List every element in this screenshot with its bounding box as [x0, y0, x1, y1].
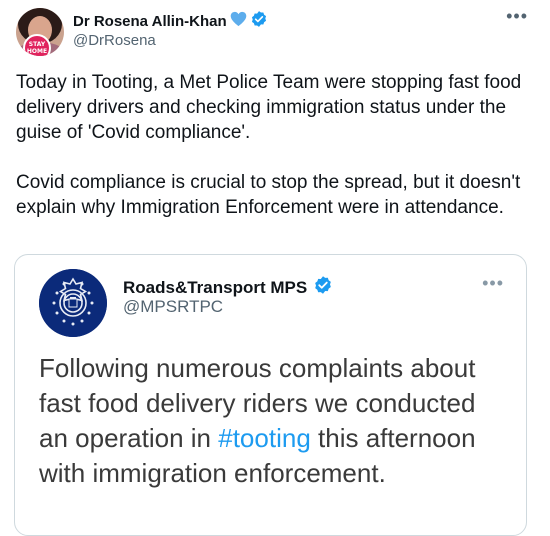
quoted-author-name[interactable]: Roads&Transport MPS	[123, 278, 307, 298]
tweet-text: Today in Tooting, a Met Police Team were…	[16, 72, 522, 218]
quoted-tweet-card[interactable]: Roads&Transport MPS @MPSRTPC ••• Followi…	[14, 254, 527, 536]
quoted-more-options-icon[interactable]: •••	[482, 273, 504, 294]
met-police-logo-avatar[interactable]	[39, 269, 107, 337]
verified-badge-icon	[313, 275, 333, 300]
verified-badge-icon	[250, 10, 268, 32]
author-handle[interactable]: @DrRosena	[73, 32, 156, 49]
hashtag-tooting-link[interactable]: #tooting	[218, 423, 311, 453]
quoted-tweet-text: Following numerous complaints about fast…	[39, 351, 509, 491]
more-options-icon[interactable]: •••	[506, 6, 528, 27]
author-avatar[interactable]: STAY HOME	[16, 8, 64, 56]
blue-heart-icon	[230, 11, 247, 31]
author-name-row[interactable]: Dr Rosena Allin-Khan	[73, 10, 268, 32]
quoted-author-handle[interactable]: @MPSRTPC	[123, 297, 223, 317]
author-name[interactable]: Dr Rosena Allin-Khan	[73, 13, 227, 30]
stay-home-badge: STAY HOME	[23, 34, 51, 56]
